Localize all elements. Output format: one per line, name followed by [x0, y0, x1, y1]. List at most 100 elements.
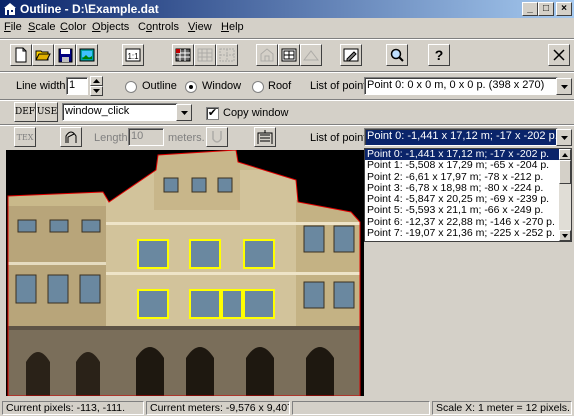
- scroll-thumb[interactable]: [559, 160, 571, 184]
- status-scale: Scale X: 1 meter = 12 pixels.: [432, 401, 572, 415]
- house-disabled-icon: [260, 48, 274, 62]
- zoom-button[interactable]: [386, 44, 408, 66]
- chevron-down-icon: [560, 84, 568, 89]
- picture-button[interactable]: [76, 44, 98, 66]
- grid-disabled-button[interactable]: [194, 44, 216, 66]
- grid-icon: [175, 48, 191, 62]
- arrow-up-icon: [562, 152, 568, 157]
- window-close-button[interactable]: ×: [556, 2, 572, 16]
- new-file-icon: [15, 47, 27, 63]
- list-item[interactable]: Point 7: -19,07 x 21,36 m; -225 x -252 p…: [365, 227, 559, 239]
- menu-file[interactable]: File: [4, 21, 22, 33]
- list-scrollbar[interactable]: [559, 149, 571, 241]
- facade-photo: [6, 149, 364, 397]
- status-bar: Current pixels: -113, -111. Current mete…: [0, 399, 574, 416]
- scroll-down-button[interactable]: [559, 230, 571, 241]
- app-house-icon: [4, 3, 16, 15]
- length-input[interactable]: 10: [128, 128, 164, 146]
- radio-outline-label: Outline: [142, 80, 177, 92]
- roof-tool-button[interactable]: [300, 44, 322, 66]
- line-width-label: Line width: [16, 80, 66, 92]
- chevron-down-icon: [560, 135, 568, 140]
- close-icon: [553, 49, 565, 61]
- status-empty: [292, 401, 430, 415]
- outline-points-combo[interactable]: Point 0: 0 x 0 m, 0 x 0 p. (398 x 270): [364, 77, 558, 95]
- status-pixels: Current pixels: -113, -111.: [2, 401, 144, 415]
- window-title: Outline - D:\Example.dat: [20, 2, 159, 16]
- radio-outline[interactable]: [125, 81, 137, 93]
- length-label: Length:: [94, 132, 131, 144]
- window-points-combo[interactable]: Point 0: -1,441 x 17,12 m; -17 x -202 p.: [364, 128, 558, 146]
- chevron-down-icon: [180, 110, 188, 115]
- svg-text:1:1: 1:1: [127, 52, 139, 61]
- arrow-up-icon: [93, 79, 100, 83]
- arch-icon: [65, 131, 77, 143]
- tools-row: TEX Length: 10 meters. List of points Po…: [0, 126, 574, 148]
- points-dropdown-list[interactable]: Point 0: -1,441 x 17,12 m; -17 x -202 p.…: [364, 148, 572, 242]
- menu-controls[interactable]: Controls: [138, 21, 179, 33]
- status-meters: Current meters: -9,576 x 9,407.: [146, 401, 290, 415]
- grid-disabled-icon: [197, 48, 213, 62]
- u-shape-button[interactable]: [206, 127, 228, 147]
- arrow-down-icon: [93, 89, 100, 93]
- house-button[interactable]: [256, 44, 278, 66]
- help-icon: ?: [435, 47, 444, 63]
- radio-roof-label: Roof: [268, 80, 292, 92]
- save-icon: [58, 48, 72, 62]
- new-file-button[interactable]: [10, 44, 32, 66]
- grid-dotted-button[interactable]: [216, 44, 238, 66]
- arrow-down-icon: [562, 233, 568, 238]
- radio-roof[interactable]: [252, 81, 264, 93]
- grid-dotted-icon: [219, 48, 235, 62]
- line-settings-row: Line width 1 Outline Window Roof List of…: [0, 73, 574, 99]
- spin-up-button[interactable]: [90, 76, 103, 86]
- one-to-one-button[interactable]: 1:1: [122, 44, 144, 66]
- help-button[interactable]: ?: [428, 44, 450, 66]
- menu-scale[interactable]: Scale: [28, 21, 56, 33]
- maximize-button[interactable]: □: [538, 2, 554, 16]
- minimize-button[interactable]: _: [522, 2, 538, 16]
- menu-objects[interactable]: Objects: [92, 21, 129, 33]
- open-button[interactable]: [32, 44, 54, 66]
- u-shape-icon: [212, 131, 222, 143]
- object-name-dropdown-button[interactable]: [176, 104, 192, 121]
- menu-help[interactable]: Help: [221, 21, 244, 33]
- menu-color[interactable]: Color: [60, 21, 86, 33]
- list-item[interactable]: Point 1: -5,508 x 17,29 m; -65 x -204 p.: [365, 159, 559, 171]
- window-points-dropdown-button[interactable]: [556, 129, 572, 146]
- use-button[interactable]: USE: [36, 102, 58, 122]
- points-list: Point 0: -1,441 x 17,12 m; -17 x -202 p.…: [365, 149, 559, 239]
- save-button[interactable]: [54, 44, 76, 66]
- svg-text:?: ?: [435, 47, 444, 63]
- def-button[interactable]: DEF: [14, 102, 36, 122]
- scroll-up-button[interactable]: [559, 149, 571, 160]
- outline-points-dropdown-button[interactable]: [556, 78, 572, 95]
- open-folder-icon: [35, 50, 51, 61]
- list-of-points-label-2: List of points: [310, 132, 372, 144]
- list-of-points-label: List of points: [310, 80, 372, 92]
- radio-window-label: Window: [202, 80, 242, 92]
- pen-icon: [343, 48, 359, 62]
- one-to-one-icon: 1:1: [125, 48, 141, 62]
- window-icon: [281, 48, 297, 62]
- close-button[interactable]: [548, 44, 570, 66]
- object-name-combo[interactable]: window_click: [62, 103, 178, 121]
- menu-view[interactable]: View: [188, 21, 212, 33]
- tex-button[interactable]: TEX: [14, 127, 36, 147]
- grid-button[interactable]: [172, 44, 194, 66]
- title-bar: Outline - D:\Example.dat _ □ ×: [0, 0, 574, 18]
- spin-down-button[interactable]: [90, 86, 103, 96]
- stairs-button[interactable]: [254, 127, 276, 147]
- menu-bar: File Scale Color Objects Controls View H…: [0, 18, 574, 38]
- window-tool-button[interactable]: [278, 44, 300, 66]
- meters-label: meters.: [168, 132, 205, 144]
- line-width-spinner[interactable]: [90, 76, 103, 96]
- arch-button[interactable]: [60, 127, 82, 147]
- line-width-input[interactable]: 1: [66, 77, 88, 95]
- picture-icon: [79, 48, 95, 62]
- pen-button[interactable]: [340, 44, 362, 66]
- radio-window[interactable]: [185, 81, 197, 93]
- magnifier-icon: [390, 48, 404, 62]
- drawing-canvas[interactable]: [6, 149, 364, 397]
- copy-window-checkbox[interactable]: ✔: [206, 107, 219, 120]
